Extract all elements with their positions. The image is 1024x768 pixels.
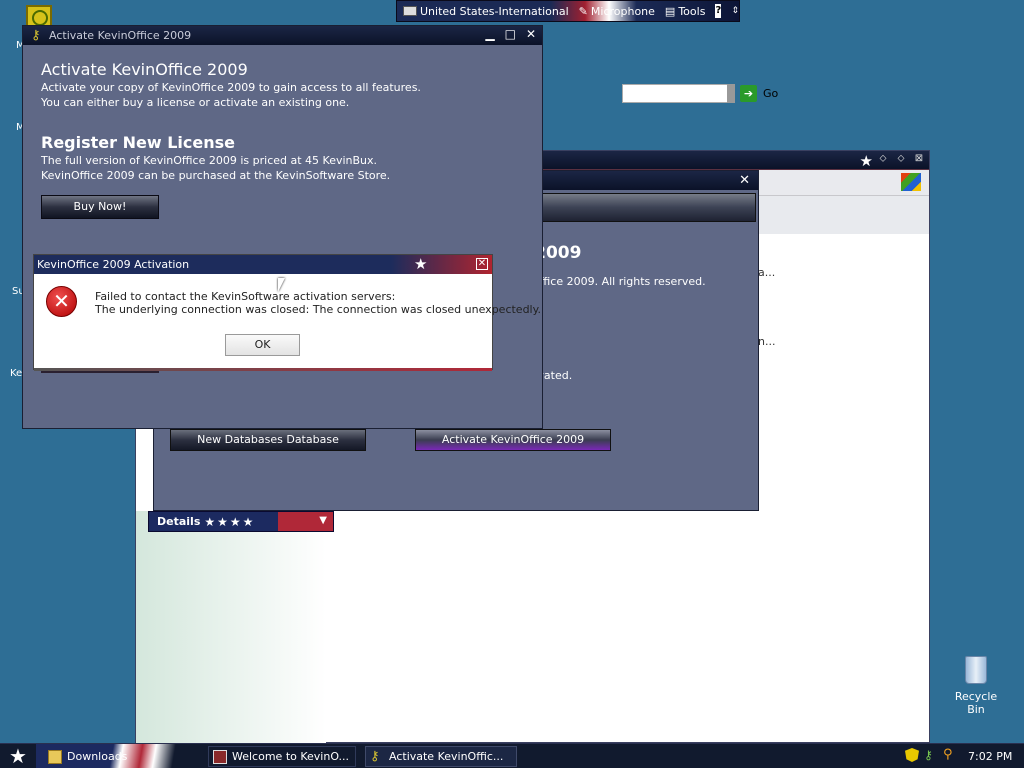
minimize-icon[interactable]: ⬦ bbox=[877, 153, 889, 165]
recycle-bin-icon bbox=[965, 656, 987, 684]
error-line: The underlying connection was closed: Th… bbox=[95, 303, 542, 316]
address-dropdown[interactable] bbox=[727, 84, 735, 103]
shield-icon[interactable] bbox=[905, 748, 919, 762]
error-line: Failed to contact the KevinSoftware acti… bbox=[95, 290, 396, 303]
activate-description: Activate your copy of KevinOffice 2009 t… bbox=[41, 80, 421, 110]
star-icon: ★ bbox=[414, 255, 428, 273]
close-icon[interactable]: ✕ bbox=[526, 27, 536, 41]
tools-icon: ▤ bbox=[664, 4, 676, 18]
window-title: Activate KevinOffice 2009 bbox=[49, 29, 192, 42]
options-chevron-icon[interactable]: ⇕ bbox=[731, 6, 739, 16]
close-icon[interactable]: ⊠ bbox=[913, 153, 925, 165]
error-dialog-titlebar[interactable]: KevinOffice 2009 Activation ★ ✕ bbox=[34, 255, 492, 274]
language-selector[interactable]: United States-International bbox=[397, 5, 569, 18]
app-icon bbox=[213, 749, 227, 764]
key-icon: ⚷ bbox=[370, 748, 380, 764]
microphone-button[interactable]: ✎ Microphone bbox=[579, 5, 655, 18]
keyboard-icon bbox=[403, 6, 417, 16]
chevron-down-icon[interactable]: ▼ bbox=[319, 515, 327, 526]
windows-logo-icon bbox=[901, 173, 921, 191]
dialog-bottom-border bbox=[34, 368, 492, 371]
close-icon[interactable]: ✕ bbox=[739, 173, 750, 188]
error-message: Failed to contact the KevinSoftware acti… bbox=[95, 290, 541, 316]
error-dialog[interactable]: KevinOffice 2009 Activation ★ ✕ ✕ Failed… bbox=[33, 254, 541, 371]
microphone-icon: ✎ bbox=[578, 4, 588, 18]
close-icon[interactable]: ✕ bbox=[476, 258, 488, 270]
go-label: Go bbox=[763, 87, 779, 100]
ok-button[interactable]: OK bbox=[225, 334, 300, 356]
mouse-cursor-icon bbox=[278, 278, 285, 292]
task-label: Downloads bbox=[67, 750, 128, 763]
sidebar-gradient bbox=[136, 511, 326, 743]
desktop-icon-label[interactable]: Ke bbox=[10, 368, 22, 379]
description-line: Activate your copy of KevinOffice 2009 t… bbox=[41, 81, 421, 94]
recycle-bin[interactable]: Recycle Bin bbox=[946, 656, 1006, 716]
buy-now-button[interactable]: Buy Now! bbox=[41, 195, 159, 219]
register-description: The full version of KevinOffice 2009 is … bbox=[41, 153, 390, 183]
description-line: You can either buy a license or activate… bbox=[41, 96, 350, 109]
language-label: United States-International bbox=[420, 4, 569, 18]
network-icon[interactable]: ⚷ bbox=[924, 748, 938, 762]
register-heading: Register New License bbox=[41, 133, 235, 152]
activate-heading: Activate KevinOffice 2009 bbox=[41, 60, 248, 79]
new-database-button[interactable]: New Databases Database bbox=[170, 429, 366, 451]
maximize-icon[interactable]: ⬦ bbox=[895, 153, 907, 165]
search-icon[interactable]: ⚲ bbox=[943, 748, 957, 762]
taskbar: ★ Downloads Welcome to KevinO... ⚷ Activ… bbox=[0, 743, 1024, 768]
language-bar: United States-International ✎ Microphone… bbox=[396, 0, 740, 22]
copyright-text: nOffice 2009. All rights reserved. bbox=[524, 275, 706, 288]
activate-button[interactable]: Activate KevinOffice 2009 bbox=[415, 429, 611, 451]
activate-window-titlebar[interactable]: ⚷ Activate KevinOffice 2009 ▁ □ ✕ bbox=[23, 26, 542, 45]
tools-button[interactable]: ▤ Tools bbox=[665, 5, 706, 18]
task-label: Activate KevinOffic... bbox=[389, 750, 504, 763]
clock[interactable]: 7:02 PM bbox=[968, 750, 1012, 763]
taskbar-item-downloads[interactable]: Downloads bbox=[48, 746, 127, 767]
page-text: n... bbox=[758, 335, 776, 348]
start-button[interactable]: ★ bbox=[0, 744, 36, 768]
details-label: Details bbox=[157, 515, 201, 528]
help-icon[interactable]: ? bbox=[715, 4, 722, 18]
register-line: The full version of KevinOffice 2009 is … bbox=[41, 154, 378, 167]
maximize-icon[interactable]: □ bbox=[505, 27, 516, 41]
stars-decoration: ★★★★ bbox=[204, 514, 256, 529]
task-label: Welcome to KevinO... bbox=[232, 750, 350, 763]
page-text: a... bbox=[758, 266, 776, 279]
main-window-banner bbox=[524, 193, 756, 222]
folder-icon bbox=[48, 749, 62, 764]
system-tray: ⚷ ⚲ bbox=[905, 748, 957, 762]
microphone-label: Microphone bbox=[590, 4, 655, 18]
taskbar-item-activate[interactable]: ⚷ Activate KevinOffic... bbox=[365, 746, 517, 767]
address-input[interactable] bbox=[622, 84, 730, 103]
details-bar[interactable]: Details ★★★★ ▼ bbox=[148, 511, 334, 532]
taskbar-item-welcome[interactable]: Welcome to KevinO... bbox=[208, 746, 356, 767]
key-icon: ⚷ bbox=[31, 27, 41, 43]
go-button[interactable]: ➔ Go bbox=[740, 84, 790, 103]
star-icon: ★ bbox=[859, 152, 873, 170]
tools-label: Tools bbox=[678, 4, 706, 18]
dialog-title: KevinOffice 2009 Activation bbox=[37, 258, 190, 271]
minimize-icon[interactable]: ▁ bbox=[485, 27, 494, 41]
go-arrow-icon: ➔ bbox=[740, 85, 757, 102]
error-icon: ✕ bbox=[46, 286, 77, 317]
register-line: KevinOffice 2009 can be purchased at the… bbox=[41, 169, 391, 182]
recycle-bin-label: Recycle Bin bbox=[954, 690, 998, 716]
